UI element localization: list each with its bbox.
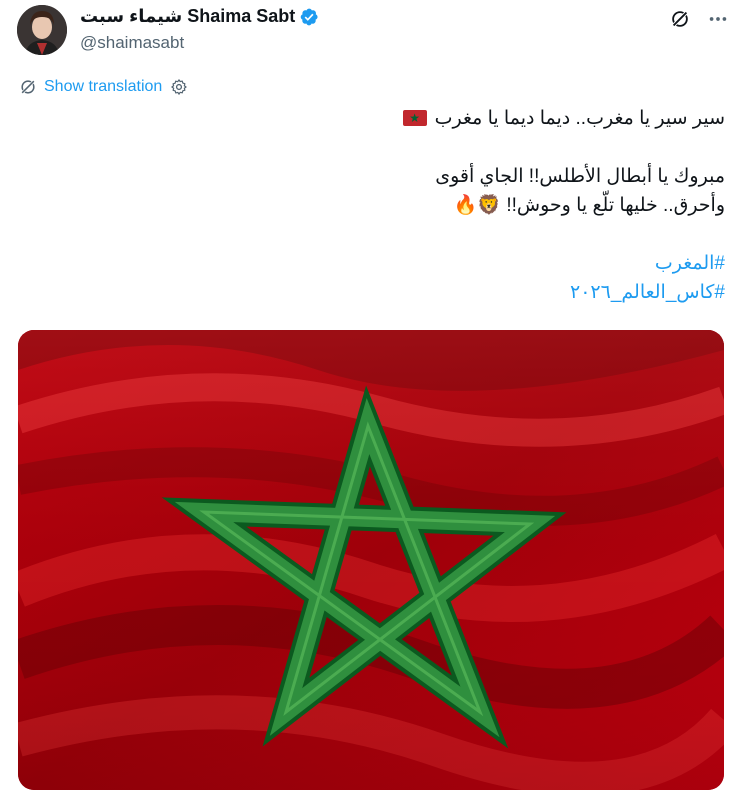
show-translation-row: Show translation (18, 77, 188, 97)
tweet-line-3: وأحرق.. خليها تلّع يا وحوش!! 🦁🔥 (453, 194, 725, 216)
morocco-flag-image (18, 330, 724, 790)
author-display-name[interactable]: شيماء سبت Shaima Sabt (80, 6, 319, 27)
hashtag-link-2[interactable]: #كاس_العالم_٢٠٢٦ (570, 282, 725, 303)
avatar[interactable] (17, 5, 67, 55)
hashtag-link-1[interactable]: #المغرب (655, 253, 725, 274)
morocco-flag-icon (403, 110, 428, 126)
grok-icon[interactable] (669, 8, 691, 30)
gear-icon[interactable] (170, 78, 188, 96)
verified-badge-icon (300, 8, 318, 25)
tweet-header: شيماء سبت Shaima Sabt @shaimasabt (0, 0, 749, 66)
lion-fire-emoji: 🦁🔥 (453, 194, 502, 216)
more-icon[interactable] (707, 8, 729, 30)
tweet-line-2: مبروك يا أبطال الأطلس!! الجاي أقوى (435, 166, 725, 187)
show-translation-link[interactable]: Show translation (44, 78, 162, 96)
author-names: شيماء سبت Shaima Sabt @shaimasabt (80, 6, 319, 53)
author-handle[interactable]: @shaimasabt (80, 33, 319, 53)
author-name-text[interactable]: شيماء سبت Shaima Sabt (80, 6, 295, 27)
header-actions (669, 8, 729, 30)
tweet-line-1: سير سير يا مغرب.. ديما ديما يا مغرب (35, 104, 725, 133)
translate-icon (20, 79, 36, 95)
tweet-text: سير سير يا مغرب.. ديما ديما يا مغرب مبرو… (35, 104, 725, 307)
tweet-media-image[interactable] (18, 330, 724, 790)
